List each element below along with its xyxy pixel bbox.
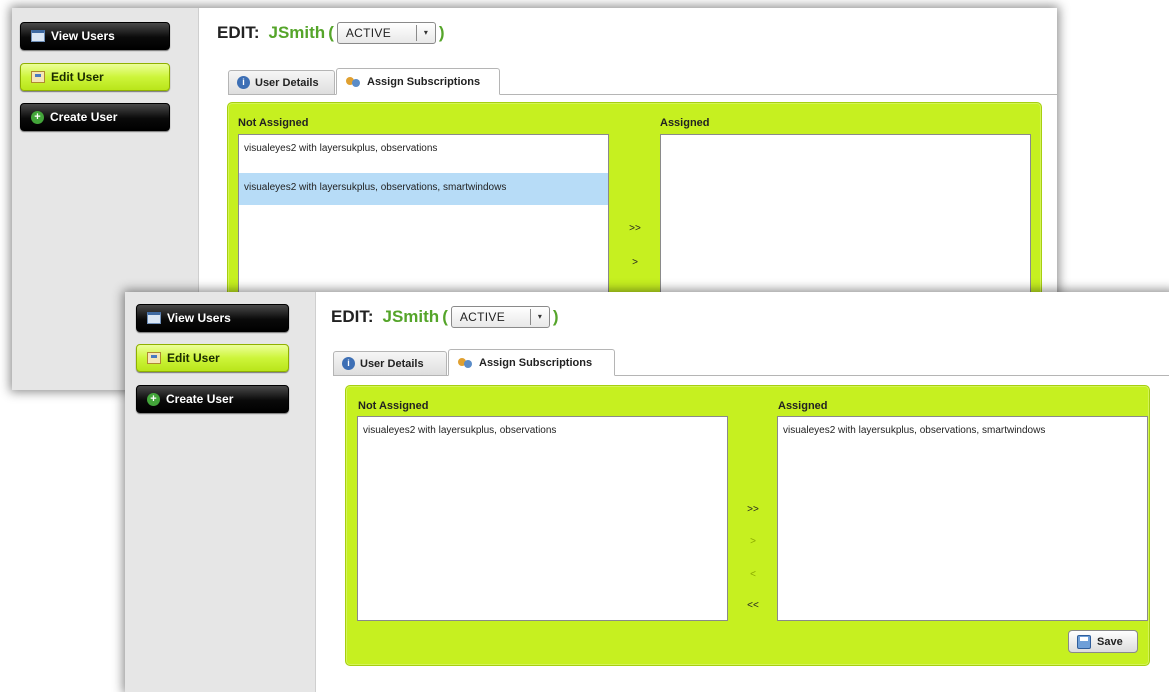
tab-label: User Details <box>360 357 424 370</box>
not-assigned-label: Not Assigned <box>238 117 309 129</box>
edit-user-label: Edit User <box>167 351 220 365</box>
not-assigned-label: Not Assigned <box>358 400 429 412</box>
plus-circle-icon: + <box>31 110 44 124</box>
user-list-icon <box>31 30 45 42</box>
status-select[interactable]: ACTIVE ▾ <box>336 22 436 44</box>
status-value: ACTIVE <box>345 26 392 40</box>
tab-user-details[interactable]: i User Details <box>333 351 447 376</box>
list-item[interactable]: visualeyes2 with layersukplus, observati… <box>358 417 727 445</box>
status-select[interactable]: ACTIVE ▾ <box>450 306 550 328</box>
open-paren: ( <box>442 307 448 326</box>
tab-assign-subscriptions[interactable]: Assign Subscriptions <box>448 349 615 376</box>
close-paren: ) <box>438 23 445 42</box>
plus-circle-icon: + <box>147 392 160 406</box>
add-all-button[interactable]: >> <box>625 223 645 234</box>
view-users-button[interactable]: View Users <box>136 304 289 332</box>
save-button[interactable]: Save <box>1068 630 1138 653</box>
main-content: EDIT: JSmith ( ACTIVE ▾ ) i User Details… <box>316 292 1169 692</box>
tab-bar: i User Details Assign Subscriptions <box>333 348 1169 376</box>
edit-user-button[interactable]: Edit User <box>136 344 289 372</box>
info-icon: i <box>237 76 250 89</box>
edit-prefix: EDIT: <box>331 307 374 326</box>
edit-user-icon <box>31 71 45 83</box>
save-icon <box>1077 634 1091 649</box>
page-title: EDIT: JSmith ( ACTIVE ▾ ) <box>217 22 448 44</box>
create-user-label: Create User <box>166 392 234 406</box>
add-button[interactable]: > <box>743 536 763 547</box>
close-paren: ) <box>552 307 559 326</box>
list-item-selected[interactable]: visualeyes2 with layersukplus, observati… <box>239 173 608 205</box>
subscriptions-panel: Not Assigned visualeyes2 with layersukpl… <box>345 385 1150 666</box>
tab-user-details[interactable]: i User Details <box>228 70 335 95</box>
status-value: ACTIVE <box>459 310 506 324</box>
list-item[interactable]: visualeyes2 with layersukplus, observati… <box>239 135 608 163</box>
view-users-button[interactable]: View Users <box>20 22 170 50</box>
remove-all-button[interactable]: << <box>743 600 763 611</box>
username: JSmith <box>268 23 326 42</box>
edit-prefix: EDIT: <box>217 23 260 42</box>
window-after: View Users Edit User + Create User EDIT:… <box>125 292 1169 692</box>
add-button[interactable]: > <box>625 257 645 268</box>
sidebar: View Users Edit User + Create User <box>125 292 316 692</box>
edit-user-button[interactable]: Edit User <box>20 63 170 91</box>
add-all-button[interactable]: >> <box>743 504 763 515</box>
create-user-label: Create User <box>50 110 118 124</box>
user-list-icon <box>147 312 161 324</box>
save-label: Save <box>1097 635 1123 648</box>
edit-user-label: Edit User <box>51 70 104 84</box>
chevron-down-icon[interactable]: ▾ <box>529 309 549 325</box>
assigned-label: Assigned <box>660 117 710 129</box>
users-icon <box>457 356 474 369</box>
tab-bar: i User Details Assign Subscriptions <box>228 67 1057 95</box>
chevron-down-icon[interactable]: ▾ <box>415 25 435 41</box>
view-users-label: View Users <box>167 311 231 325</box>
view-users-label: View Users <box>51 29 115 43</box>
not-assigned-list[interactable]: visualeyes2 with layersukplus, observati… <box>357 416 728 621</box>
list-item[interactable]: visualeyes2 with layersukplus, observati… <box>778 417 1147 445</box>
create-user-button[interactable]: + Create User <box>20 103 170 131</box>
create-user-button[interactable]: + Create User <box>136 385 289 413</box>
username: JSmith <box>382 307 440 326</box>
tab-label: User Details <box>255 76 319 89</box>
open-paren: ( <box>328 23 334 42</box>
assigned-list[interactable]: visualeyes2 with layersukplus, observati… <box>777 416 1148 621</box>
edit-user-icon <box>147 352 161 364</box>
tab-label: Assign Subscriptions <box>479 356 593 369</box>
remove-button[interactable]: < <box>743 569 763 580</box>
tab-assign-subscriptions[interactable]: Assign Subscriptions <box>336 68 500 95</box>
page-title: EDIT: JSmith ( ACTIVE ▾ ) <box>331 306 562 328</box>
assigned-label: Assigned <box>778 400 828 412</box>
tab-label: Assign Subscriptions <box>367 75 481 88</box>
info-icon: i <box>342 357 355 370</box>
users-icon <box>345 75 362 88</box>
